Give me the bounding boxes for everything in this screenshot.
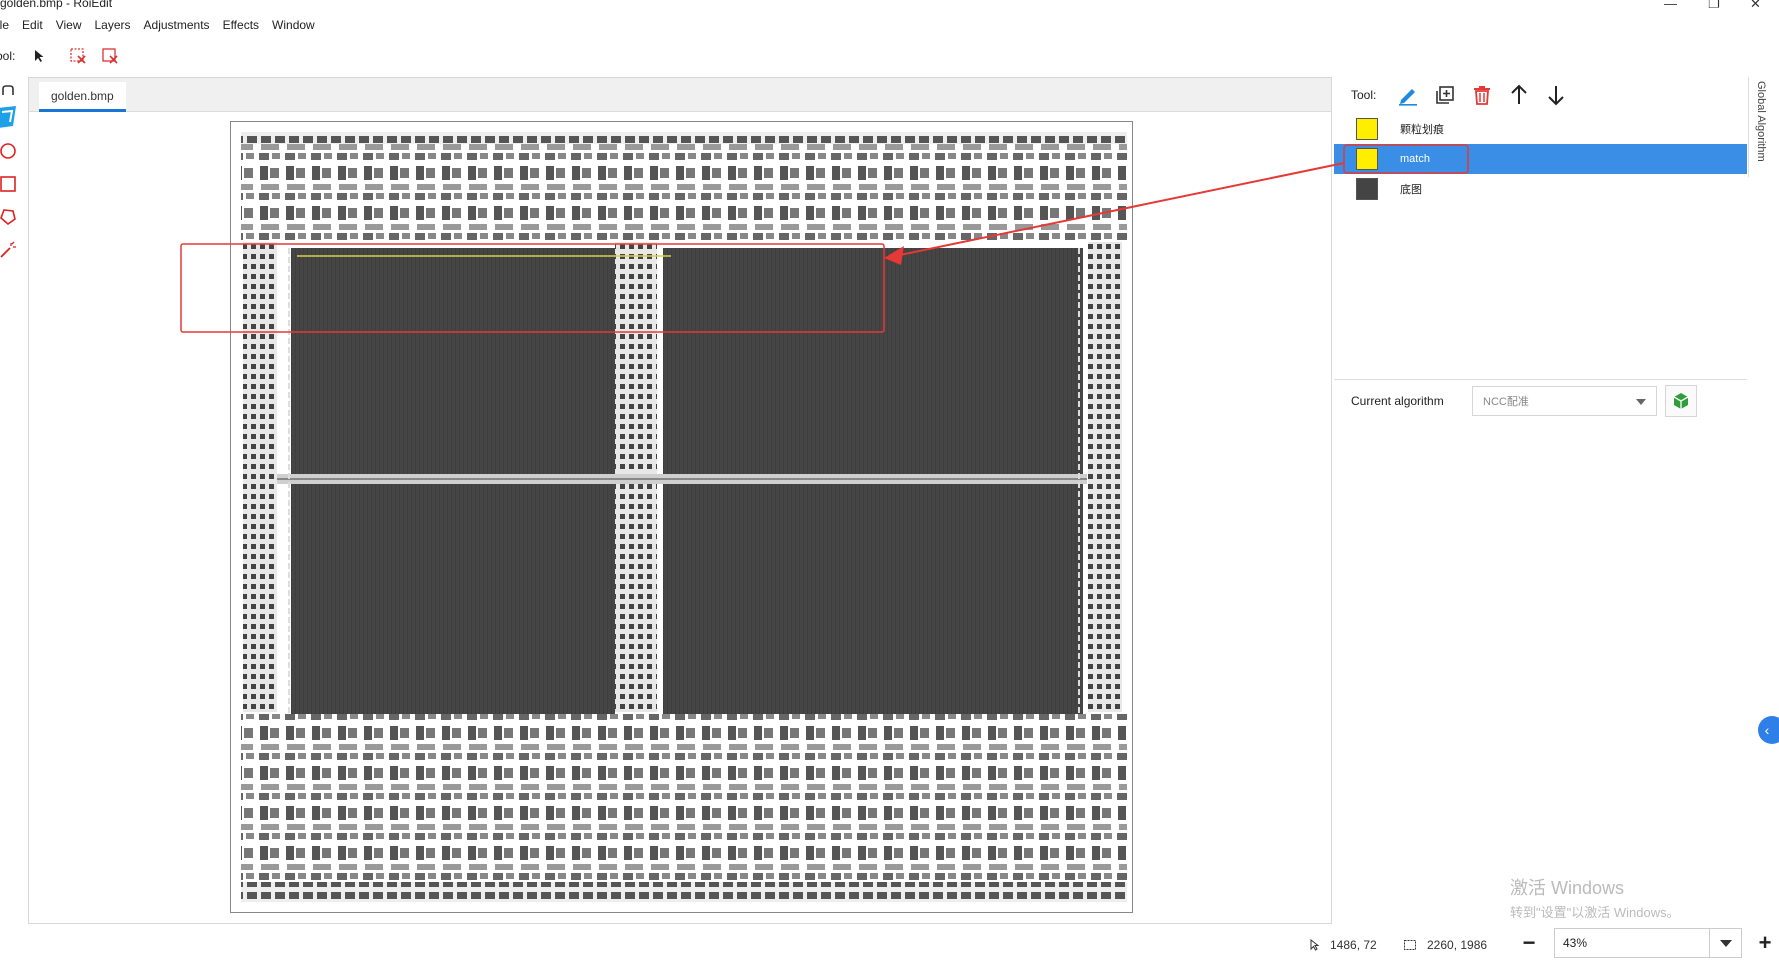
layer-row-selected[interactable]: match: [1334, 144, 1747, 174]
close-button[interactable]: ✕: [1750, 0, 1761, 12]
layers-panel: Tool: 颗粒划痕 match 底图 Current algorithm NC…: [1334, 77, 1747, 924]
watermark-line1: 激活 Windows: [1510, 878, 1625, 898]
menu-bar: ile Edit View Layers Adjustments Effects…: [0, 14, 322, 36]
algorithm-row: Current algorithm NCC配准: [1334, 383, 1747, 419]
menu-adjustments[interactable]: Adjustments: [138, 18, 217, 32]
algorithm-select[interactable]: NCC配准: [1472, 386, 1657, 416]
window-title: golden.bmp - RoiEdit: [0, 0, 113, 10]
layers-tool-label: Tool:: [1351, 88, 1377, 102]
menu-view[interactable]: View: [50, 18, 89, 32]
edit-icon[interactable]: [1394, 81, 1422, 109]
selection-size: 2260, 1986: [1403, 938, 1487, 952]
algorithm-run-button[interactable]: [1665, 385, 1697, 417]
minimize-button[interactable]: —: [1664, 0, 1677, 11]
layer-thumbnail: [1356, 178, 1378, 200]
wafer-image: [231, 122, 1132, 912]
menu-window[interactable]: Window: [266, 18, 322, 32]
layer-row[interactable]: 颗粒划痕: [1334, 114, 1747, 144]
cursor-coords: 1486, 72: [1330, 938, 1377, 952]
magic-wand-icon[interactable]: [0, 238, 20, 262]
layer-row[interactable]: 底图: [1334, 174, 1747, 204]
panel-divider: [1334, 379, 1747, 380]
delete-all-icon[interactable]: [99, 45, 121, 67]
layers-toolbar: Tool:: [1334, 77, 1747, 113]
layer-name: 底图: [1400, 184, 1422, 196]
title-bar: golden.bmp - RoiEdit — ❐ ✕: [0, 0, 1779, 12]
algorithm-value: NCC配准: [1483, 396, 1529, 408]
layer-list: 颗粒划痕 match 底图: [1334, 114, 1747, 344]
collapse-panel-button[interactable]: ‹: [1758, 716, 1779, 744]
chevron-down-icon: [1720, 940, 1732, 947]
side-tab-label: Global Algorithm: [1755, 81, 1767, 162]
status-bar: 1486, 72 2260, 1986: [0, 928, 1779, 964]
cursor-position: 1486, 72: [1308, 938, 1377, 952]
tab-golden-bmp[interactable]: golden.bmp: [39, 82, 126, 112]
left-tool-strip: [0, 80, 30, 280]
select-arrow-icon[interactable]: [29, 45, 51, 67]
zoom-out-button[interactable]: −: [1516, 929, 1542, 957]
layer-swatch: [1356, 148, 1378, 170]
move-up-icon[interactable]: [1505, 81, 1533, 109]
main-toolbar: ool:: [0, 44, 131, 68]
zoom-in-button[interactable]: +: [1752, 929, 1778, 957]
menu-file[interactable]: ile: [0, 18, 16, 32]
image-canvas[interactable]: [230, 121, 1133, 913]
global-algorithm-tab[interactable]: Global Algorithm: [1748, 77, 1779, 177]
hand-icon[interactable]: [0, 78, 20, 102]
document-area: golden.bmp: [28, 77, 1332, 924]
chevron-left-icon: ‹: [1764, 722, 1770, 738]
polygon-icon[interactable]: [0, 205, 20, 229]
document-tabs: golden.bmp: [29, 78, 1331, 112]
menu-layers[interactable]: Layers: [89, 18, 138, 32]
zoom-dropdown-button[interactable]: [1710, 928, 1742, 958]
delete-selection-icon[interactable]: [67, 45, 89, 67]
rectangle-icon[interactable]: [0, 172, 20, 196]
ellipse-icon[interactable]: [0, 139, 20, 163]
layer-swatch: [1356, 118, 1378, 140]
cursor-icon: [1310, 938, 1320, 951]
brush-icon[interactable]: [0, 105, 20, 129]
toolbar-label: ool:: [0, 49, 16, 63]
chevron-down-icon: [1636, 399, 1646, 405]
zoom-input[interactable]: 43%: [1554, 928, 1710, 958]
layer-name: match: [1400, 153, 1430, 165]
algorithm-label: Current algorithm: [1351, 394, 1444, 408]
image-size: 2260, 1986: [1427, 938, 1488, 952]
layer-name: 颗粒划痕: [1400, 124, 1444, 136]
cube-icon: [1673, 393, 1689, 409]
windows-activation-watermark: 激活 Windows 转到"设置"以激活 Windows。: [1510, 874, 1680, 921]
add-layer-icon[interactable]: [1431, 81, 1459, 109]
app-window: golden.bmp - RoiEdit — ❐ ✕ ile Edit View…: [0, 0, 1779, 964]
maximize-button[interactable]: ❐: [1708, 0, 1720, 12]
move-down-icon[interactable]: [1542, 81, 1570, 109]
menu-edit[interactable]: Edit: [16, 18, 50, 32]
menu-effects[interactable]: Effects: [217, 18, 266, 32]
watermark-line2: 转到"设置"以激活 Windows。: [1510, 905, 1680, 920]
delete-icon[interactable]: [1468, 81, 1496, 109]
selection-icon: [1404, 940, 1416, 950]
